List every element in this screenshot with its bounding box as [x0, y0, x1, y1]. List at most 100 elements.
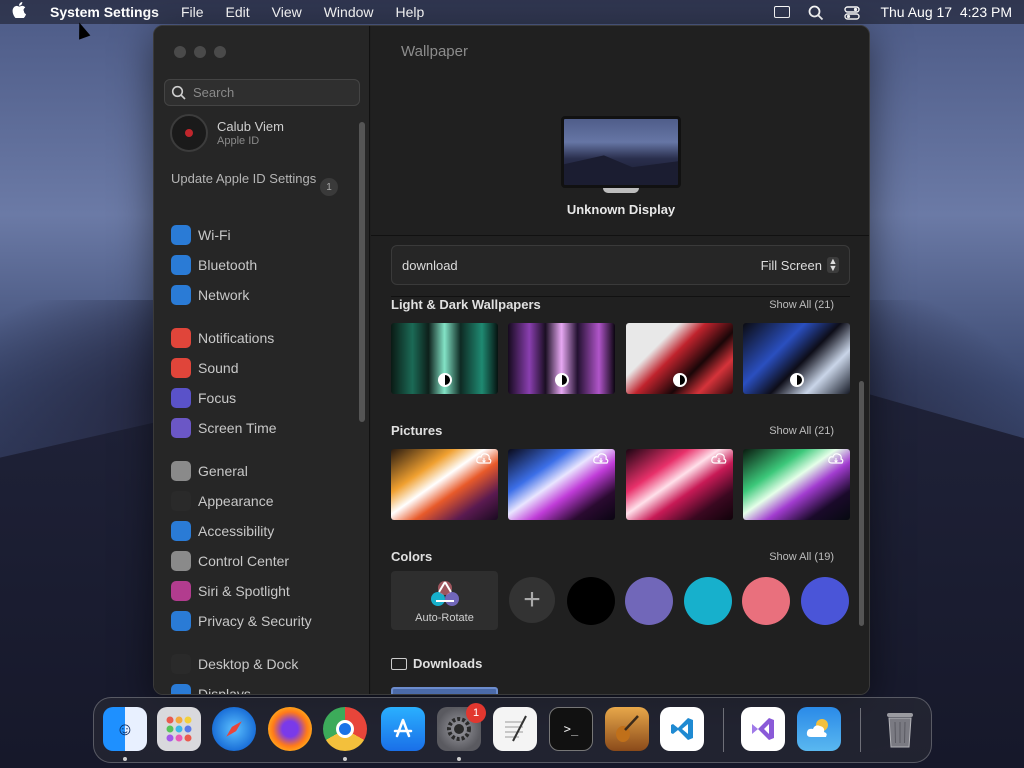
close-window-button[interactable] [174, 46, 186, 58]
chrome-icon[interactable] [323, 707, 367, 751]
wallpaper-thumb[interactable] [743, 323, 850, 394]
trash-icon[interactable] [878, 707, 922, 751]
sidebar-item-wi-fi[interactable]: Wi-Fi [171, 224, 231, 246]
desktop-icon [171, 654, 191, 674]
color-swatch[interactable] [567, 577, 615, 625]
light-dark-badge-icon [673, 373, 687, 387]
wallpaper-thumb[interactable] [508, 449, 615, 520]
menu-window[interactable]: Window [324, 4, 374, 20]
sidebar-item-notifications[interactable]: Notifications [171, 327, 274, 349]
color-swatch[interactable] [801, 577, 849, 625]
system-settings-badge: 1 [466, 703, 486, 723]
search-input[interactable] [193, 85, 353, 100]
menu-app-name[interactable]: System Settings [50, 4, 159, 20]
app-store-icon[interactable] [381, 707, 425, 751]
dock-separator [860, 708, 861, 752]
weather-icon[interactable] [797, 707, 841, 751]
sidebar-item-label: Appearance [198, 493, 274, 509]
sidebar-item-desktop-dock[interactable]: Desktop & Dock [171, 653, 298, 675]
show-all-light-dark-button[interactable]: Show All (21) [769, 299, 834, 311]
minimize-window-button[interactable] [194, 46, 206, 58]
user-name: Calub Viem [217, 119, 284, 134]
display-name: Unknown Display [566, 202, 676, 217]
menu-view[interactable]: View [272, 4, 302, 20]
screen-mirroring-icon[interactable] [774, 6, 791, 18]
instruments-icon[interactable] [605, 707, 649, 751]
vscode-icon[interactable] [660, 707, 704, 751]
menu-edit[interactable]: Edit [226, 4, 250, 20]
sidebar-item-sound[interactable]: Sound [171, 357, 238, 379]
sidebar-item-network[interactable]: Network [171, 284, 249, 306]
textedit-icon[interactable] [493, 707, 537, 751]
menu-file[interactable]: File [181, 4, 204, 20]
folder-icon [391, 657, 407, 670]
show-all-pictures-button[interactable]: Show All (21) [769, 425, 834, 437]
main-scrollbar[interactable] [859, 381, 864, 626]
sidebar-item-accessibility[interactable]: Accessibility [171, 520, 274, 542]
downloads-title: Downloads [413, 656, 483, 671]
wallpaper-thumb[interactable] [508, 323, 615, 394]
wifi-icon [171, 225, 191, 245]
sidebar-item-label: Bluetooth [198, 257, 258, 273]
hourglass-icon [171, 418, 191, 438]
cloud-download-icon [476, 453, 492, 464]
sidebar-item-general[interactable]: General [171, 460, 248, 482]
sidebar-item-appearance[interactable]: Appearance [171, 490, 274, 512]
auto-rotate-label: Auto-Rotate [415, 612, 474, 624]
page-title: Wallpaper [401, 43, 468, 60]
sidebar-item-label: Notifications [198, 330, 275, 346]
menu-help[interactable]: Help [396, 4, 425, 20]
sidebar-item-label: Focus [198, 390, 237, 406]
apple-logo-icon[interactable] [12, 1, 32, 23]
sidebar-item-label: Siri & Spotlight [198, 583, 290, 599]
window-controls [174, 46, 226, 58]
color-swatch[interactable] [625, 577, 673, 625]
light-dark-badge-icon [790, 373, 804, 387]
wallpaper-thumb[interactable] [626, 449, 733, 520]
spotlight-search-icon[interactable] [808, 5, 826, 21]
sidebar-item-screen-time[interactable]: Screen Time [171, 417, 277, 439]
appearance-icon [171, 491, 191, 511]
menu-clock[interactable]: Thu Aug 17 4:23 PM [880, 4, 1012, 20]
running-indicator [123, 757, 127, 761]
sidebar-item-displays[interactable]: Displays [171, 683, 251, 694]
downloads-section: Downloads [391, 656, 482, 671]
wallpaper-thumb[interactable] [391, 323, 498, 394]
sidebar-scrollbar[interactable] [359, 122, 365, 422]
sidebar-item-privacy-security[interactable]: Privacy & Security [171, 610, 312, 632]
display-preview [561, 116, 681, 188]
sidebar-item-bluetooth[interactable]: Bluetooth [171, 254, 257, 276]
moon-icon [171, 388, 191, 408]
add-color-button[interactable]: + [509, 577, 555, 623]
control-center-icon[interactable] [844, 5, 862, 20]
current-wallpaper-row: download Fill Screen ▲ ▼ [391, 245, 850, 285]
wallpaper-thumb[interactable] [743, 449, 850, 520]
firefox-icon[interactable] [268, 707, 312, 751]
wallpaper-thumb[interactable] [626, 323, 733, 394]
dock-separator [723, 708, 724, 752]
terminal-icon[interactable]: >_ [549, 707, 593, 751]
sidebar-item-siri-spotlight[interactable]: Siri & Spotlight [171, 580, 290, 602]
sidebar-item-focus[interactable]: Focus [171, 387, 236, 409]
accessibility-icon [171, 521, 191, 541]
display-stand [603, 188, 639, 193]
color-swatch[interactable] [742, 577, 790, 625]
apple-id-row[interactable]: Calub Viem Apple ID [170, 114, 284, 152]
zoom-window-button[interactable] [214, 46, 226, 58]
auto-rotate-button[interactable]: Auto-Rotate [391, 571, 498, 630]
sidebar-item-control-center[interactable]: Control Center [171, 550, 289, 572]
fill-mode-select[interactable]: Fill Screen ▲ ▼ [761, 257, 839, 273]
user-sub: Apple ID [217, 135, 260, 147]
wallpaper-thumb[interactable] [391, 449, 498, 520]
visual-studio-icon[interactable] [741, 707, 785, 751]
update-apple-id-settings[interactable]: Update Apple ID Settings [171, 171, 339, 187]
safari-icon[interactable] [212, 707, 256, 751]
wallpaper-name: download [402, 257, 458, 273]
show-all-colors-button[interactable]: Show All (19) [769, 551, 834, 563]
launchpad-icon[interactable] [157, 707, 201, 751]
section-light-dark-title: Light & Dark Wallpapers [391, 297, 541, 312]
downloaded-wallpaper-thumb[interactable] [391, 687, 498, 694]
color-swatch[interactable] [684, 577, 732, 625]
sidebar: Calub Viem Apple ID Update Apple ID Sett… [154, 26, 370, 694]
finder-icon[interactable]: ☺ [103, 707, 147, 751]
